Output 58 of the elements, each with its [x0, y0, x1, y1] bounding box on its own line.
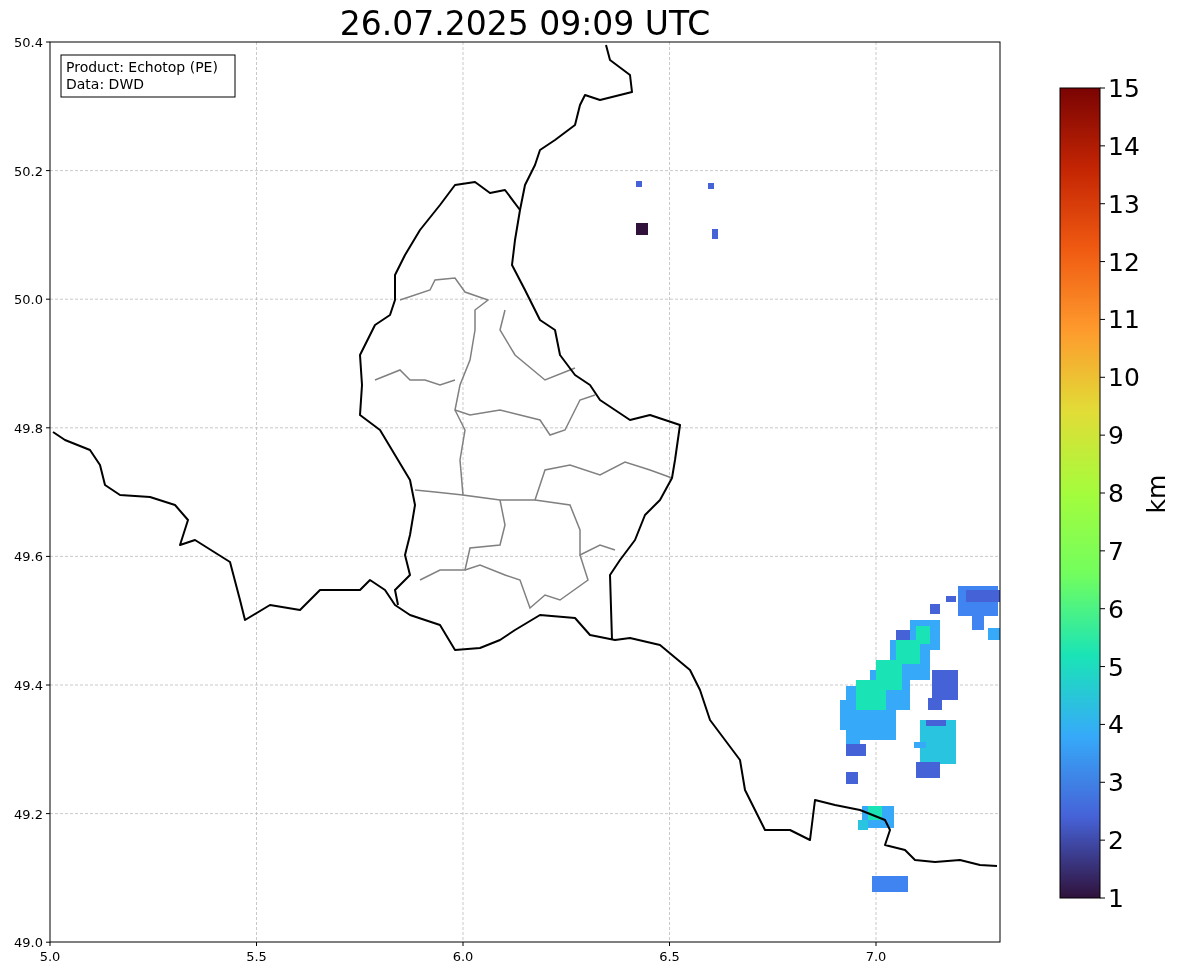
colorbar-tick-label: 10 [1108, 363, 1140, 393]
colorbar-tick-label: 15 [1108, 74, 1140, 103]
tick-mark [1099, 261, 1106, 263]
tick-mark [45, 298, 51, 300]
colorbar-tick-label: 12 [1108, 247, 1140, 277]
tick-mark [45, 684, 51, 686]
info-text: Data: DWD [66, 76, 144, 92]
tick-mark [256, 941, 257, 947]
colorbar-label: km [1142, 474, 1171, 514]
colorbar-tick-label: 9 [1108, 421, 1124, 451]
tick-mark [1099, 839, 1106, 841]
colorbar-tick-label: 6 [1108, 594, 1124, 624]
colorbar-tick-label: 2 [1108, 826, 1124, 856]
tick-mark [462, 941, 464, 947]
chart-title: 26.07.2025 09:09 UTC [339, 4, 711, 43]
colorbar-tick-label: 4 [1108, 710, 1124, 740]
tick-mark [1099, 781, 1106, 783]
tick-mark [45, 427, 51, 429]
tick-mark [45, 170, 51, 172]
tick-mark [1099, 376, 1106, 378]
tick-mark [1099, 550, 1106, 552]
axis-tick-label: 49.0 [14, 935, 43, 951]
tick-mark [1099, 666, 1106, 668]
axis-tick-label: 6.0 [452, 949, 474, 964]
axis-tick-label: 50.4 [14, 35, 43, 50]
axis-tick-label: 49.4 [14, 678, 43, 693]
axis-tick-label: 49.6 [14, 549, 43, 565]
tick-mark [1099, 492, 1106, 494]
axis-tick-label: 50.2 [14, 163, 43, 179]
tick-mark [1099, 203, 1106, 205]
tick-mark [1099, 897, 1106, 899]
tick-mark [1099, 608, 1106, 610]
tick-mark [45, 555, 51, 557]
colorbar-tick-label: 7 [1108, 536, 1124, 566]
colorbar-tick-label: 13 [1108, 189, 1140, 219]
tick-mark [1099, 723, 1106, 725]
tick-mark [1099, 87, 1106, 89]
axis-tick-label: 50.0 [14, 292, 43, 308]
tick-mark [45, 813, 51, 815]
tick-mark [1099, 434, 1106, 436]
colorbar-tick-label: 5 [1108, 652, 1124, 682]
tick-mark [1099, 318, 1106, 320]
colorbar-tick-label: 3 [1108, 768, 1124, 798]
tick-mark [45, 41, 51, 43]
axis-tick-label: 49.8 [14, 420, 43, 436]
axis-tick-label: 5.5 [246, 949, 267, 964]
info-text: Product: Echotop (PE) [66, 59, 218, 75]
axis-tick-label: 7.0 [865, 949, 887, 964]
tick-mark [669, 941, 670, 947]
axis-tick-label: 6.5 [659, 949, 680, 964]
colorbar-tick-label: 11 [1108, 305, 1140, 335]
colorbar-tick-label: 14 [1108, 131, 1140, 161]
axis-tick-label: 49.2 [14, 806, 43, 822]
colorbar-tick-label: 1 [1108, 884, 1124, 913]
tick-mark [1099, 145, 1106, 147]
axis-tick-label: 5.0 [39, 949, 61, 964]
tick-mark [875, 941, 877, 947]
colorbar-tick-label: 8 [1108, 479, 1124, 508]
